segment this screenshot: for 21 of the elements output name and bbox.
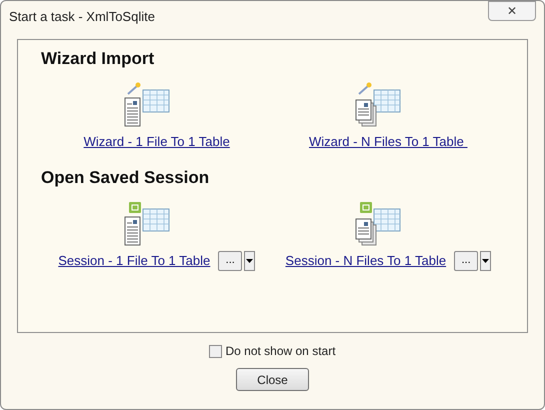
dropdown-button[interactable] — [480, 250, 492, 270]
section-heading: Open Saved Session — [41, 167, 210, 189]
task-link[interactable]: Wizard - N Files To 1 Table — [309, 132, 468, 151]
session-table-icon — [122, 200, 171, 248]
caret-icon — [482, 258, 490, 262]
section-heading: Wizard Import — [41, 48, 156, 70]
close-dialog-button[interactable]: Close — [236, 368, 309, 391]
wizard-table-icon — [122, 82, 171, 130]
wizard-table-icon — [354, 82, 402, 130]
session-table-icon — [354, 200, 402, 248]
task-link[interactable]: Wizard - 1 File To 1 Table — [84, 132, 230, 151]
checkbox-label: Do not show on start — [225, 343, 336, 360]
browse-button[interactable]: ... — [454, 250, 478, 270]
checkbox[interactable] — [209, 344, 222, 358]
task-link[interactable]: Session - N Files To 1 Table — [285, 250, 446, 270]
caret-icon — [246, 258, 254, 262]
window-title: Start a task - XmlToSqlite — [9, 8, 155, 26]
close-button[interactable]: ✕ — [488, 1, 536, 21]
dropdown-button[interactable] — [244, 250, 256, 270]
browse-button[interactable]: ... — [218, 250, 242, 270]
task-link[interactable]: Session - 1 File To 1 Table — [58, 250, 210, 270]
